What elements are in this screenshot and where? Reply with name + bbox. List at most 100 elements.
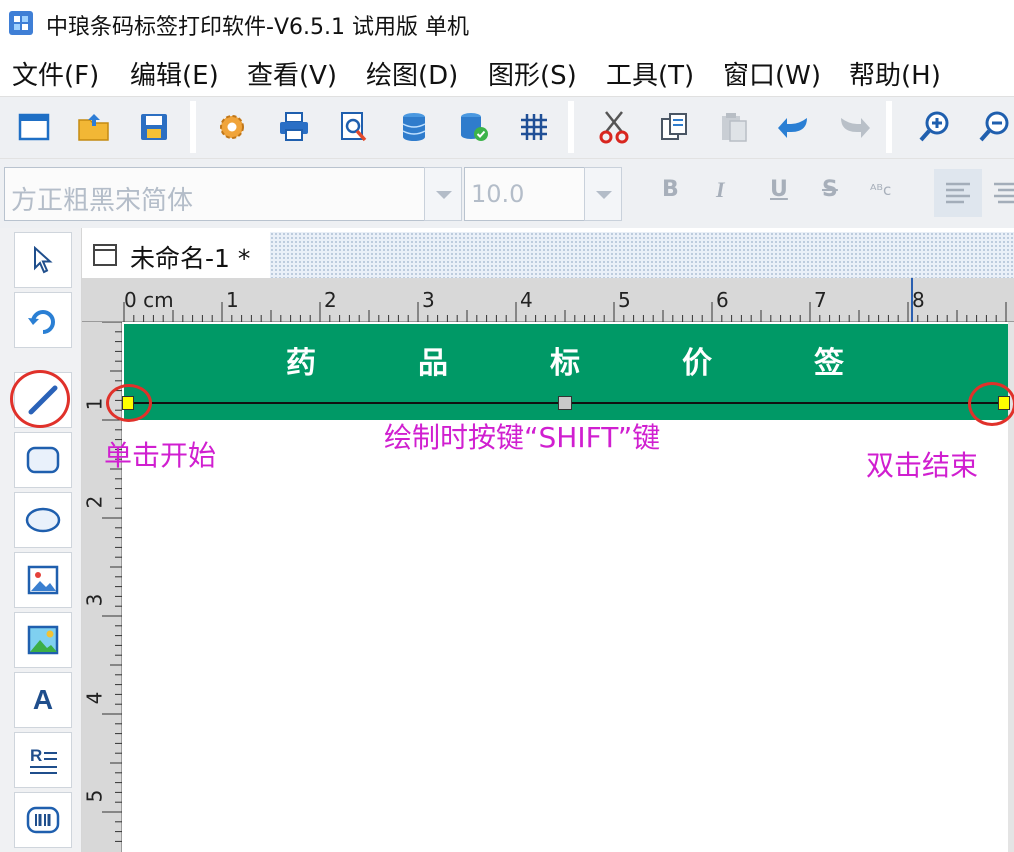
font-name-select[interactable]: 方正粗黑宋简体 [4, 167, 426, 221]
menu-tools[interactable]: 工具(T) [606, 55, 694, 92]
banner-char-5: 签 [814, 346, 844, 381]
h-ruler-label-7: 7 [814, 288, 827, 312]
underline-button[interactable]: U [770, 177, 788, 202]
toolbar-separator [886, 101, 892, 153]
banner-char-4: 价 [682, 346, 712, 381]
line-middle-handle[interactable] [558, 396, 572, 410]
print-preview-icon[interactable] [334, 107, 374, 147]
rounded-rectangle-tool-button[interactable] [14, 432, 72, 488]
image-icon [27, 565, 59, 595]
font-name-dropdown-button[interactable] [424, 167, 462, 221]
redo-icon[interactable] [834, 107, 874, 147]
annotation-shift: 绘制时按键“SHIFT”键 [384, 421, 661, 454]
font-size-select[interactable]: 10.0 [464, 167, 586, 221]
highlight-circle [10, 370, 70, 428]
italic-button[interactable]: I [716, 177, 725, 203]
rotate-icon [28, 310, 55, 334]
toolbar-separator [190, 101, 196, 153]
menu-edit[interactable]: 编辑(E) [130, 55, 219, 92]
barcode-tool-button[interactable] [14, 792, 72, 848]
h-ruler-label-1: 1 [226, 288, 239, 312]
menu-view[interactable]: 查看(V) [247, 55, 337, 92]
grid-icon[interactable] [514, 107, 554, 147]
toolbar-separator [568, 101, 574, 153]
h-ruler-label-2: 2 [324, 288, 337, 312]
pointer-icon [34, 246, 53, 274]
strikethrough-button[interactable]: S [822, 177, 838, 202]
align-center-button[interactable] [988, 169, 1014, 217]
undo-icon[interactable] [774, 107, 814, 147]
v-ruler-label-5: 5 [82, 789, 107, 803]
font-name-value: 方正粗黑宋简体 [11, 186, 194, 216]
ellipse-tool-button[interactable] [14, 492, 72, 548]
document-window-icon [93, 244, 117, 266]
zoom-out-icon[interactable] [974, 107, 1014, 147]
special-char-button[interactable]: ᴬᴮc [870, 181, 891, 199]
bold-button[interactable]: B [662, 177, 679, 202]
window-title: 中琅条码标签打印软件-V6.5.1 试用版 单机 [46, 15, 469, 40]
database-check-icon[interactable] [454, 107, 494, 147]
menu-bar: 文件(F) 编辑(E) 查看(V) 绘图(D) 图形(S) 工具(T) 窗口(W… [0, 46, 1014, 96]
main-toolbar [0, 96, 1014, 158]
text-tool-label: A [32, 684, 54, 715]
banner-char-2: 品 [418, 346, 448, 381]
rich-text-icon: R [30, 746, 57, 774]
menu-window[interactable]: 窗口(W) [723, 55, 821, 92]
h-ruler-label-6: 6 [716, 288, 729, 312]
picture-tool-button[interactable] [14, 612, 72, 668]
menu-help[interactable]: 帮助(H) [849, 55, 941, 92]
rich-text-tool-label: R [30, 746, 42, 765]
end-highlight-circle [968, 382, 1014, 426]
menu-shape[interactable]: 图形(S) [488, 55, 577, 92]
picture-icon [27, 625, 59, 655]
copy-icon[interactable] [654, 107, 694, 147]
v-ruler-label-4: 4 [82, 691, 107, 705]
start-highlight-circle [106, 384, 152, 422]
h-ruler-label-3: 3 [422, 288, 435, 312]
drawing-toolbox: A R [0, 228, 82, 852]
menu-draw[interactable]: 绘图(D) [366, 55, 458, 92]
rich-text-tool-button[interactable]: R [14, 732, 72, 788]
annotation-start: 单击开始 [104, 439, 217, 472]
banner-char-3: 标 [550, 346, 580, 381]
chevron-down-icon [436, 191, 452, 199]
print-icon[interactable] [274, 107, 314, 147]
save-icon[interactable] [134, 107, 174, 147]
banner-char-1: 药 [286, 346, 316, 381]
h-ruler-label-4: 4 [520, 288, 533, 312]
menu-file[interactable]: 文件(F) [12, 55, 99, 92]
font-size-dropdown-button[interactable] [584, 167, 622, 221]
image-tool-button[interactable] [14, 552, 72, 608]
new-window-icon[interactable] [14, 107, 54, 147]
document-tab[interactable]: 未命名-1 * [82, 232, 270, 278]
barcode-icon [26, 806, 60, 834]
tab-strip-background [270, 232, 1014, 278]
app-logo-icon [9, 11, 33, 35]
cut-icon[interactable] [594, 107, 634, 147]
horizontal-ruler-ticks [123, 278, 1007, 322]
annotation-end: 双击结束 [866, 449, 979, 482]
v-ruler-label-3: 3 [82, 593, 107, 607]
chevron-down-icon [596, 191, 612, 199]
v-ruler-label-2: 2 [82, 495, 107, 509]
h-ruler-label-0: 0 cm [124, 288, 174, 312]
align-left-button[interactable] [934, 169, 982, 217]
select-tool-button[interactable] [14, 232, 72, 288]
rotate-tool-button[interactable] [14, 292, 72, 348]
h-ruler-label-8: 8 [912, 288, 925, 312]
text-tool-button[interactable]: A [14, 672, 72, 728]
document-tab-label: 未命名-1 * [130, 244, 251, 273]
paste-icon[interactable] [714, 107, 754, 147]
title-bar: 中琅条码标签打印软件-V6.5.1 试用版 单机 [0, 0, 1014, 46]
format-toolbar: 方正粗黑宋简体 10.0 B I U S ᴬᴮc [0, 158, 1014, 228]
zoom-in-icon[interactable] [914, 107, 954, 147]
rounded-rectangle-icon [26, 446, 60, 474]
font-size-value: 10.0 [471, 180, 525, 208]
settings-gear-icon[interactable] [212, 107, 252, 147]
ellipse-icon [25, 507, 61, 533]
horizontal-ruler: 0 cm 1 2 3 4 5 6 7 8 [82, 278, 1014, 322]
v-ruler-label-1: 1 [82, 397, 107, 411]
database-icon[interactable] [394, 107, 434, 147]
open-folder-icon[interactable] [74, 107, 114, 147]
h-ruler-label-5: 5 [618, 288, 631, 312]
